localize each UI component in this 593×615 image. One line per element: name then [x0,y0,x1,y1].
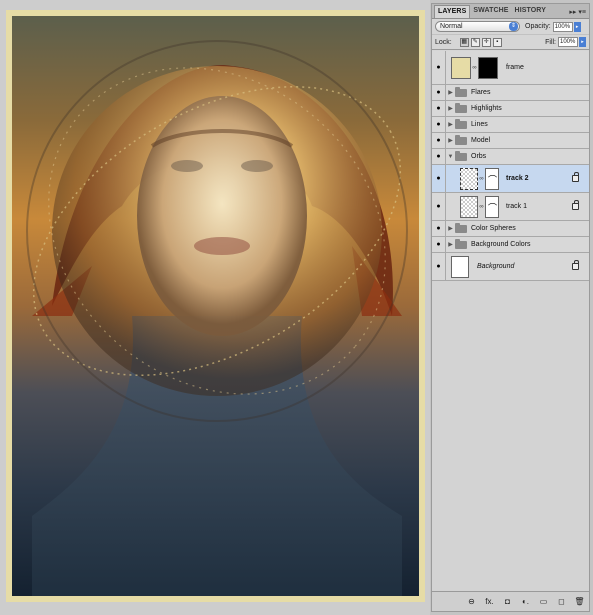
layer-thumbnail [451,56,471,79]
eye-icon[interactable]: ● [432,51,446,84]
layer-background[interactable]: ● Background [432,253,589,281]
eye-icon[interactable]: ● [432,133,446,148]
trash-icon[interactable]: 🗑 [574,597,585,606]
add-mask-icon[interactable]: ◘ [502,597,513,606]
lock-icon [572,260,579,270]
layer-group-orbs[interactable]: ● ▼ Orbs [432,149,589,165]
panel-menu-icon[interactable]: ▸▸ ▾≡ [566,6,589,18]
blend-mode-value: Normal [440,23,463,30]
expand-triangle-icon[interactable]: ▶ [446,105,455,112]
layer-group-model[interactable]: ● ▶ Model [432,133,589,149]
adjustment-layer-icon[interactable]: ◐. [520,597,531,606]
lock-all-icon[interactable]: ▪ [492,37,502,47]
expand-triangle-icon[interactable]: ▶ [446,89,455,96]
lock-transparency-icon[interactable]: ▦ [459,37,469,47]
chevron-down-icon: ⇕ [509,22,518,31]
layer-mask-thumbnail[interactable]: ⌒ [485,167,499,190]
layer-group-flares[interactable]: ● ▶ Flares [432,85,589,101]
folder-icon [455,222,467,233]
tab-history[interactable]: HISTORY [512,5,549,18]
eye-icon[interactable]: ● [432,253,446,280]
folder-icon [455,150,467,161]
lock-fill-row: Lock: ▦ ✎ ✛ ▪ Fill: 100% ▸ [432,35,589,50]
collapse-triangle-icon[interactable]: ▼ [446,154,455,160]
layer-mask-thumbnail[interactable]: ⌒ [485,195,499,218]
portrait-artwork [26,40,408,596]
new-layer-icon[interactable]: ◻ [556,597,567,606]
layer-thumbnail [460,195,478,218]
layer-name: Flares [471,89,491,96]
link-layers-icon[interactable]: ⊖ [466,597,477,606]
eye-icon[interactable]: ● [432,165,446,192]
folder-icon [455,134,467,145]
eye-icon[interactable]: ● [432,149,446,164]
lock-icon [572,172,579,182]
artwork-image [12,16,419,596]
layer-name: Lines [471,121,488,128]
new-group-icon[interactable]: ▭ [538,597,549,606]
panel-bottom-toolbar: ⊖ fx. ◘ ◐. ▭ ◻ 🗑 [432,591,589,611]
expand-triangle-icon[interactable]: ▶ [446,225,455,232]
folder-icon [455,86,467,97]
eye-icon[interactable]: ● [432,85,446,100]
folder-icon [455,118,467,129]
opacity-slider-button[interactable]: ▸ [573,21,581,32]
fill-input[interactable]: 100% [558,37,578,47]
opacity-input[interactable]: 100% [552,21,573,32]
eye-icon[interactable]: ● [432,117,446,132]
layer-track-1[interactable]: ● ∞ ⌒ track 1 [432,193,589,221]
link-icon[interactable]: ∞ [479,176,484,182]
tab-layers[interactable]: LAYERS [434,5,471,18]
folder-icon [455,102,467,113]
layer-name: track 2 [506,175,529,182]
layer-group-color-spheres[interactable]: ● ▶ Color Spheres [432,221,589,237]
eye-icon[interactable]: ● [432,237,446,252]
eye-icon[interactable]: ● [432,193,446,220]
folder-icon [455,238,467,249]
fill-slider-button[interactable]: ▸ [579,37,586,47]
lock-brush-icon[interactable]: ✎ [470,37,480,47]
lock-label: Lock: [435,38,452,46]
lock-icon [572,200,579,210]
eye-icon[interactable]: ● [432,101,446,116]
photoshop-window: LAYERS SWATCHE HISTORY ▸▸ ▾≡ Normal ⇕ Op… [0,0,593,615]
layers-list: ● ∞ frame ● ▶ Flares ● ▶ Highlights ● ▶ … [432,51,589,591]
expand-triangle-icon[interactable]: ▶ [446,121,455,128]
layer-name: Model [471,137,491,144]
blend-mode-select[interactable]: Normal ⇕ [435,21,520,32]
link-icon[interactable]: ∞ [479,204,484,210]
document-canvas[interactable] [0,0,430,615]
panel-tabs: LAYERS SWATCHE HISTORY ▸▸ ▾≡ [432,4,589,19]
layer-name: Highlights [471,105,502,112]
layer-name: frame [506,64,524,71]
fx-icon[interactable]: fx. [484,597,495,606]
link-icon[interactable]: ∞ [472,65,477,71]
layer-group-highlights[interactable]: ● ▶ Highlights [432,101,589,117]
layer-name: Background Colors [471,241,531,248]
layer-mask-thumbnail[interactable] [478,56,498,79]
opacity-label: Opacity: [525,23,551,30]
fill-label: Fill: [545,38,556,46]
layer-frame[interactable]: ● ∞ frame [432,51,589,85]
layer-name: Color Spheres [471,225,516,232]
layers-panel: LAYERS SWATCHE HISTORY ▸▸ ▾≡ Normal ⇕ Op… [431,3,590,612]
eye-icon[interactable]: ● [432,221,446,236]
blend-opacity-row: Normal ⇕ Opacity: 100% ▸ [432,19,589,35]
tab-swatches[interactable]: SWATCHE [470,5,511,18]
layer-name: Background [477,263,515,270]
layer-track-2[interactable]: ● ∞ ⌒ track 2 [432,165,589,193]
layer-thumbnail [460,167,478,190]
layer-name: track 1 [506,203,528,210]
expand-triangle-icon[interactable]: ▶ [446,241,455,248]
expand-triangle-icon[interactable]: ▶ [446,137,455,144]
layer-group-background-colors[interactable]: ● ▶ Background Colors [432,237,589,253]
layer-group-lines[interactable]: ● ▶ Lines [432,117,589,133]
layer-thumbnail [451,255,469,278]
lock-move-icon[interactable]: ✛ [481,37,491,47]
layer-name: Orbs [471,153,487,160]
